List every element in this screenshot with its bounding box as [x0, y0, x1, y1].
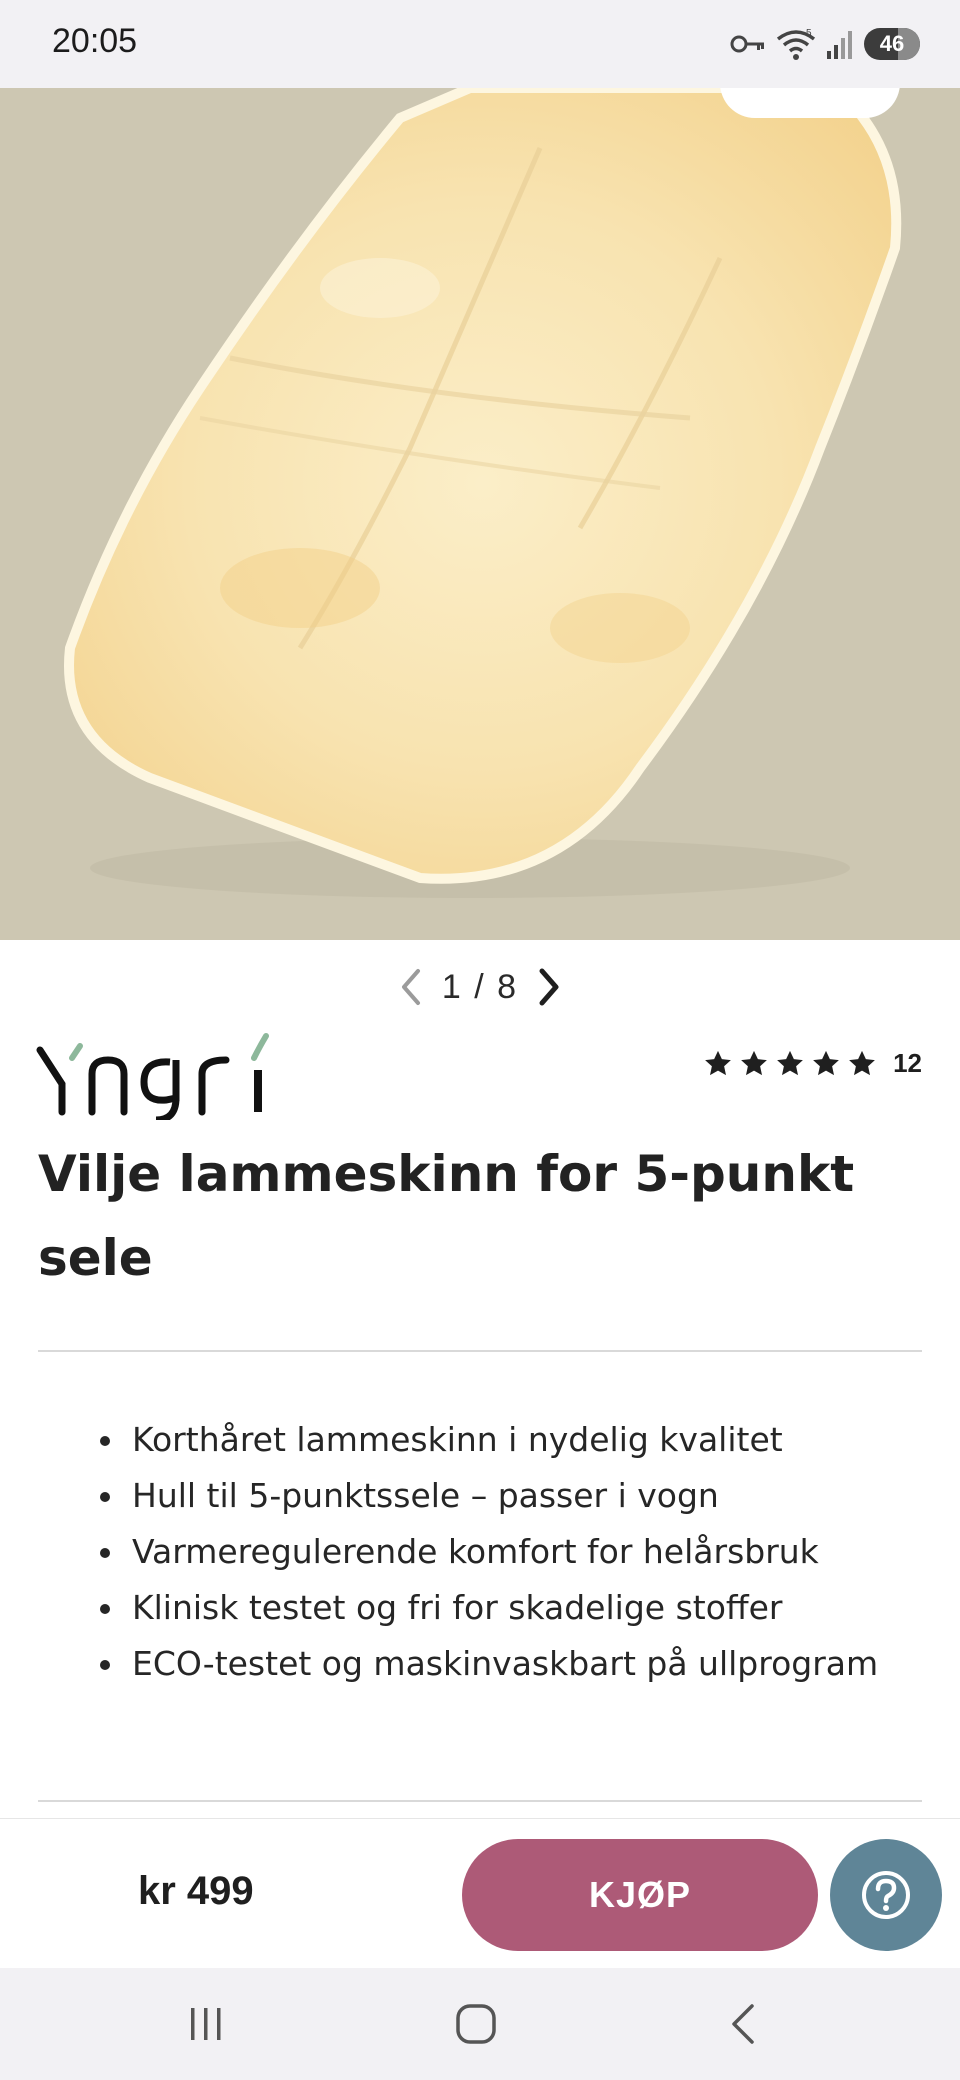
feature-item: Klinisk testet og fri for skadelige stof…: [96, 1580, 896, 1636]
rating-stars: [703, 1049, 877, 1079]
back-button[interactable]: [704, 1992, 784, 2056]
feature-item: ECO-testet og maskinvaskbart på ullprogr…: [96, 1636, 896, 1692]
battery-icon: 46: [864, 28, 920, 60]
home-button[interactable]: [436, 1992, 516, 2056]
wifi-icon: 5: [776, 28, 816, 60]
key-icon: [730, 35, 764, 53]
image-overlay-pill[interactable]: [720, 88, 900, 118]
divider-top: [38, 1350, 922, 1352]
product-title: Vilje lammeskinn for 5-punkt sele: [38, 1145, 855, 1287]
svg-text:5: 5: [806, 28, 812, 39]
review-count: 12: [893, 1048, 922, 1078]
home-icon: [456, 2004, 496, 2044]
sheepskin-image: [64, 88, 902, 898]
product-image[interactable]: [0, 88, 960, 940]
status-time: 20:05: [52, 22, 138, 60]
signal-icon: [827, 31, 852, 59]
system-nav-bar: [0, 1968, 960, 2080]
rating[interactable]: 12: [703, 1048, 922, 1079]
star-icon: [849, 1050, 875, 1075]
gallery-pager: 1 / 8: [0, 960, 960, 1014]
feature-item: Hull til 5-punktssele – passer i vogn: [96, 1468, 896, 1524]
star-icon: [741, 1050, 767, 1075]
chevron-left-icon[interactable]: [396, 967, 424, 1007]
battery-level: 46: [879, 31, 905, 56]
help-icon: [862, 1871, 910, 1919]
feature-list: Korthåret lammeskinn i nydelig kvalitet …: [96, 1412, 896, 1692]
buy-bar: kr 499 KJØP: [0, 1818, 960, 1968]
star-icon: [705, 1050, 731, 1075]
yngri-logo: [36, 1033, 269, 1124]
star-icon: [813, 1050, 839, 1075]
recent-apps-icon: [191, 2008, 221, 2040]
feature-item: Varmeregulerende komfort for helårsbruk: [96, 1524, 896, 1580]
divider-bottom: [38, 1800, 922, 1802]
status-bar: 20:05 5 46: [0, 0, 960, 88]
star-icon: [777, 1050, 803, 1075]
price: kr 499: [138, 1869, 254, 1913]
buy-button[interactable]: KJØP: [462, 1839, 818, 1951]
status-icons: 5 46: [730, 26, 920, 62]
gallery-counter: 1 / 8: [441, 967, 519, 1006]
back-icon: [732, 2004, 754, 2044]
recent-apps-button[interactable]: [166, 1992, 246, 2056]
brand-logo[interactable]: [36, 1030, 296, 1124]
help-button[interactable]: [830, 1839, 942, 1951]
feature-item: Korthåret lammeskinn i nydelig kvalitet: [96, 1412, 896, 1468]
chevron-right-icon[interactable]: [536, 967, 564, 1007]
